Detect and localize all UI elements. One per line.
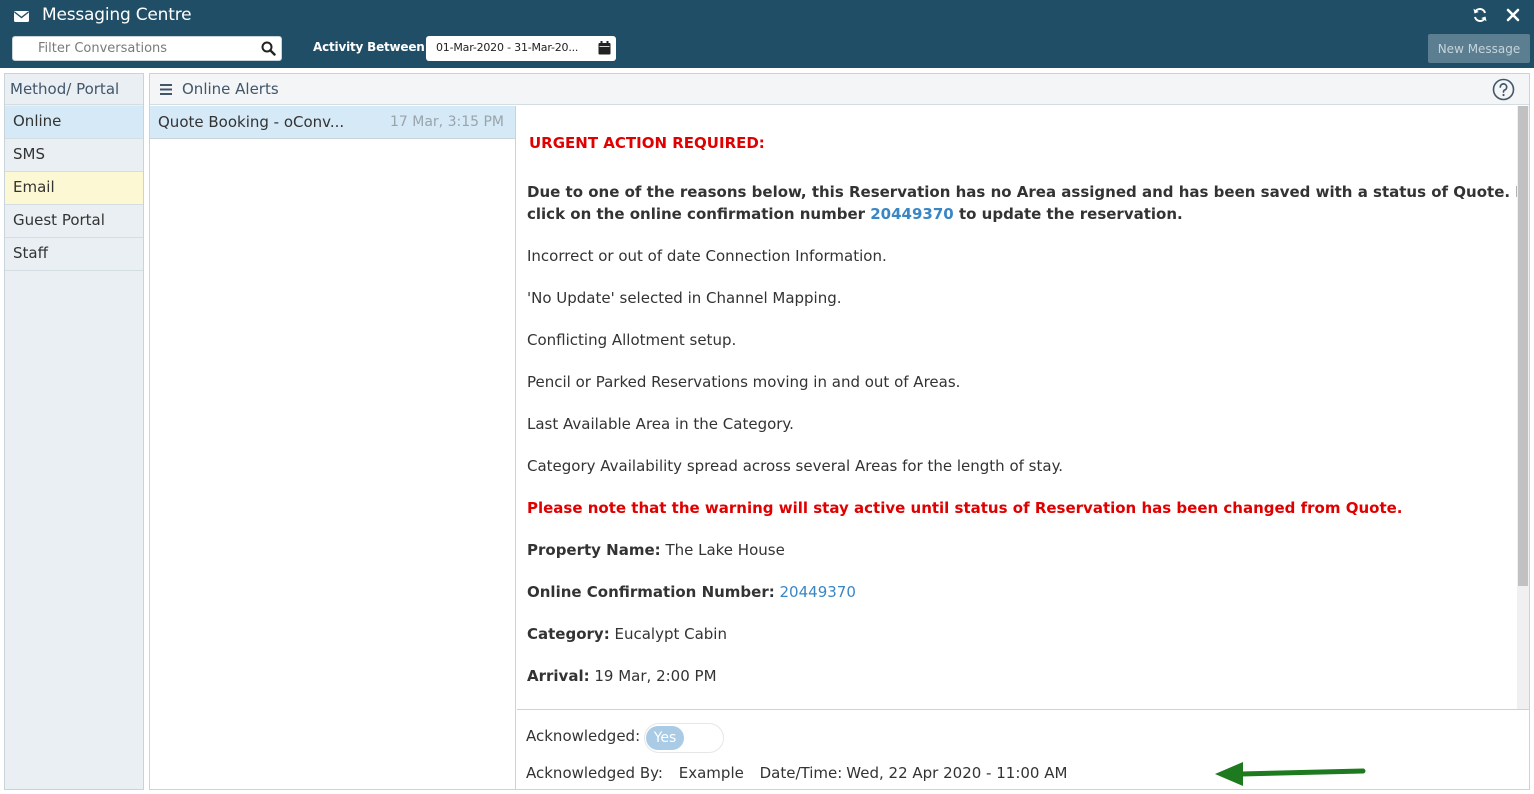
panel-header: Online Alerts bbox=[150, 74, 1529, 105]
acknowledged-toggle[interactable]: Yes bbox=[644, 723, 724, 753]
reason-item: Incorrect or out of date Connection Info… bbox=[527, 247, 887, 265]
acknowledged-label: Acknowledged: bbox=[526, 727, 641, 745]
reason-item: Category Availability spread across seve… bbox=[527, 457, 1064, 475]
new-message-button[interactable]: New Message bbox=[1428, 34, 1530, 63]
intro-line-2-post: to update the reservation. bbox=[953, 205, 1183, 223]
conversation-item[interactable]: Quote Booking - oConv... 17 Mar, 3:15 PM bbox=[150, 106, 515, 139]
scrollbar-thumb[interactable] bbox=[1518, 106, 1528, 586]
message-scrollbar[interactable] bbox=[1517, 106, 1529, 709]
intro-line-1: Due to one of the reasons below, this Re… bbox=[527, 183, 1517, 201]
reason-item: Last Available Area in the Category. bbox=[527, 415, 794, 433]
acknowledged-toggle-value: Yes bbox=[646, 726, 684, 750]
datetime-value: Wed, 22 Apr 2020 - 11:00 AM bbox=[846, 764, 1068, 782]
confirmation-number-label: Online Confirmation Number: bbox=[527, 583, 775, 601]
sidebar-item-email[interactable]: Email bbox=[5, 172, 143, 205]
sidebar-item-staff[interactable]: Staff bbox=[5, 238, 143, 271]
conversation-time: 17 Mar, 3:15 PM bbox=[390, 114, 504, 130]
sidebar-header: Method/ Portal bbox=[5, 74, 143, 105]
sidebar-item-online[interactable]: Online bbox=[5, 106, 143, 139]
category-row: Category: Eucalypt Cabin bbox=[527, 625, 727, 643]
filter-conversations-input[interactable] bbox=[13, 37, 253, 60]
confirmation-number-link[interactable]: 20449370 bbox=[780, 583, 856, 601]
sidebar-item-sms[interactable]: SMS bbox=[5, 139, 143, 172]
sidebar-item-label: Email bbox=[13, 178, 55, 196]
filter-conversations-field[interactable] bbox=[12, 36, 282, 61]
sidebar-item-label: SMS bbox=[13, 145, 45, 163]
reason-item: Pencil or Parked Reservations moving in … bbox=[527, 373, 961, 391]
acknowledged-by-value: Example bbox=[678, 764, 744, 782]
sidebar-item-label: Guest Portal bbox=[13, 211, 105, 229]
help-icon[interactable] bbox=[1492, 78, 1515, 101]
conversation-subject: Quote Booking - oConv... bbox=[158, 113, 345, 131]
close-icon[interactable] bbox=[1506, 8, 1520, 22]
acknowledged-by-row: Acknowledged By: Example Date/Time: Wed, … bbox=[526, 764, 1078, 782]
sidebar-header-label: Method/ Portal bbox=[10, 80, 120, 98]
activity-between-label: Activity Between: bbox=[313, 40, 430, 54]
message-body: URGENT ACTION REQUIRED: Due to one of th… bbox=[517, 106, 1517, 709]
online-alerts-panel: Online Alerts Quote Booking - oConv... 1… bbox=[149, 73, 1530, 790]
sidebar-item-guest-portal[interactable]: Guest Portal bbox=[5, 205, 143, 238]
urgent-heading: URGENT ACTION REQUIRED: bbox=[529, 134, 765, 152]
sidebar-item-label: Staff bbox=[13, 244, 48, 262]
intro-line-2: click on the online confirmation number … bbox=[527, 205, 1183, 223]
arrival-row: Arrival: 19 Mar, 2:00 PM bbox=[527, 667, 717, 685]
mail-icon bbox=[14, 11, 29, 22]
acknowledgement-footer: Acknowledged: Yes Acknowledged By: Examp… bbox=[517, 709, 1529, 789]
date-range-value: 01-Mar-2020 - 31-Mar-20... bbox=[436, 41, 579, 54]
reason-item: 'No Update' selected in Channel Mapping. bbox=[527, 289, 842, 307]
search-icon[interactable] bbox=[261, 41, 276, 56]
datetime-label: Date/Time: bbox=[759, 764, 843, 782]
property-name-value: The Lake House bbox=[665, 541, 785, 559]
category-label: Category: bbox=[527, 625, 610, 643]
app-title: Messaging Centre bbox=[42, 5, 192, 25]
acknowledged-by-label: Acknowledged By: bbox=[526, 764, 663, 782]
calendar-icon[interactable] bbox=[598, 41, 611, 55]
conversation-list: Quote Booking - oConv... 17 Mar, 3:15 PM bbox=[150, 106, 516, 789]
reason-item: Conflicting Allotment setup. bbox=[527, 331, 737, 349]
category-value: Eucalypt Cabin bbox=[614, 625, 727, 643]
sidebar-item-label: Online bbox=[13, 112, 62, 130]
warning-text: Please note that the warning will stay a… bbox=[527, 499, 1403, 517]
top-bar: Messaging Centre Activity Between: 01-Ma… bbox=[0, 0, 1534, 68]
panel-title: Online Alerts bbox=[182, 80, 279, 98]
confirmation-link[interactable]: 20449370 bbox=[870, 205, 954, 223]
property-name-label: Property Name: bbox=[527, 541, 661, 559]
arrival-value: 19 Mar, 2:00 PM bbox=[594, 667, 717, 685]
refresh-icon[interactable] bbox=[1472, 7, 1488, 23]
confirmation-number-row: Online Confirmation Number: 20449370 bbox=[527, 583, 856, 601]
date-range-picker[interactable]: 01-Mar-2020 - 31-Mar-20... bbox=[426, 36, 616, 61]
method-portal-sidebar: Method/ Portal Online SMS Email Guest Po… bbox=[4, 73, 144, 790]
green-arrow-icon bbox=[1215, 762, 1366, 786]
hamburger-menu-icon[interactable] bbox=[160, 84, 172, 95]
title-row: Messaging Centre bbox=[0, 0, 1534, 32]
intro-line-2-pre: click on the online confirmation number bbox=[527, 205, 871, 223]
arrival-label: Arrival: bbox=[527, 667, 590, 685]
property-name-row: Property Name: The Lake House bbox=[527, 541, 785, 559]
